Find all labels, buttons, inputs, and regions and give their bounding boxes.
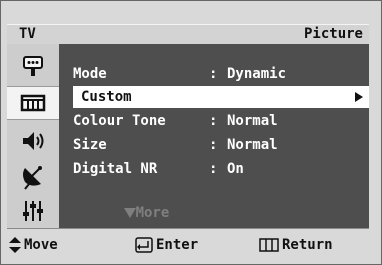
channel-icon xyxy=(23,166,42,190)
menu-item-label: Custom xyxy=(81,89,132,105)
page-title: Picture xyxy=(303,26,363,42)
menu-item-value: Dynamic xyxy=(227,66,287,82)
menu-item-label: Colour Tone xyxy=(73,113,166,129)
header-bar: TV Picture xyxy=(7,24,369,45)
menu-item-custom[interactable]: Custom xyxy=(73,86,369,108)
footer-help-bar: Move Enter Return xyxy=(7,228,369,261)
menu-item-more: More xyxy=(73,180,169,221)
tv-osd-window: TV Picture Mode: Dynamic Custom Colour … xyxy=(0,0,382,265)
sidebar-item-picture[interactable] xyxy=(7,86,59,120)
input-icon xyxy=(23,56,43,76)
footer-return: Return xyxy=(259,229,333,261)
sound-icon xyxy=(23,132,44,150)
menu-item-separator: : xyxy=(209,161,218,177)
menu-item-digital-nr[interactable]: Digital NR: On xyxy=(73,158,244,180)
sidebar-item-channel[interactable] xyxy=(7,160,59,194)
up-down-arrow-icon xyxy=(9,237,21,253)
setup-icon xyxy=(23,201,43,221)
menu-item-label: Size xyxy=(73,137,107,153)
menu-item-separator: : xyxy=(209,113,218,129)
menu-item-value: Normal xyxy=(227,137,278,153)
menu-item-mode[interactable]: Mode: Dynamic xyxy=(73,63,286,85)
tv-label: TV xyxy=(19,26,36,42)
picture-icon xyxy=(20,94,46,112)
footer-enter-label: Enter xyxy=(156,237,199,253)
enter-icon xyxy=(135,237,153,253)
triangle-down-icon xyxy=(123,208,136,218)
return-icon xyxy=(259,238,279,252)
footer-return-label: Return xyxy=(282,237,333,253)
menu-item-label: Digital NR xyxy=(73,161,158,177)
menu-item-colour-tone[interactable]: Colour Tone: Normal xyxy=(73,110,278,132)
menu-item-value: On xyxy=(227,161,244,177)
picture-menu-panel: Mode: Dynamic Custom Colour Tone: Normal S… xyxy=(59,44,369,228)
menu-item-separator: : xyxy=(209,66,218,82)
sidebar-item-setup[interactable] xyxy=(7,194,59,228)
sidebar-item-input[interactable] xyxy=(7,50,59,84)
sidebar xyxy=(7,44,59,228)
footer-enter: Enter xyxy=(135,229,198,261)
arrow-right-icon xyxy=(355,92,363,102)
menu-item-size[interactable]: Size: Normal xyxy=(73,134,278,156)
menu-item-separator: : xyxy=(209,137,218,153)
sidebar-item-sound[interactable] xyxy=(7,124,59,158)
menu-item-label: Mode xyxy=(73,66,107,82)
footer-move-label: Move xyxy=(24,237,58,253)
footer-move: Move xyxy=(9,229,58,261)
more-label: More xyxy=(135,205,170,221)
menu-item-value: Normal xyxy=(227,113,278,129)
